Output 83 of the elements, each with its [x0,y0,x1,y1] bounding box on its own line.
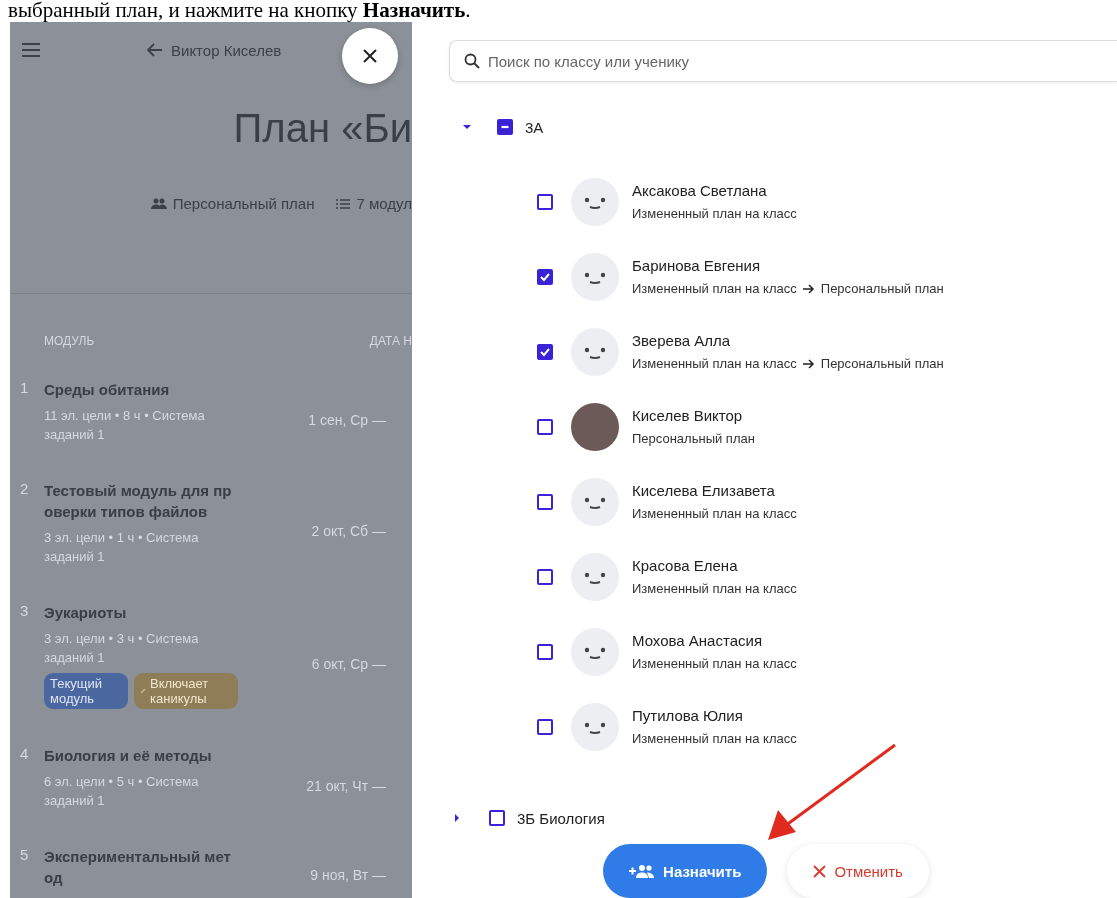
photo-placeholder [571,402,619,451]
checkbox[interactable] [537,268,553,285]
module-badge: Включает каникулы [134,673,238,709]
plan-label: Измененный план на класс [632,506,797,521]
meta-label: 7 модул [356,195,412,212]
avatar-icon [571,252,619,301]
module-date: 6 окт, Ср — [311,655,386,672]
back-link[interactable]: Виктор Киселев [147,41,282,59]
plan-label: Измененный план на класс [632,731,797,746]
arrow-right-icon [802,358,815,369]
student-name: Зверева Алла [632,332,732,349]
checkbox[interactable] [537,193,553,210]
module-details: 3 эл. цели • 3 ч • Система заданий 1 [44,630,200,667]
module-title: Биология и её методы [44,746,213,766]
holiday-mark-icon [140,688,146,694]
avatar-icon [571,627,619,676]
module-date: 9 ноя, Вт — [310,867,386,883]
module-title: Среды обитания [44,380,171,400]
checkbox[interactable] [497,119,513,135]
back-arrow-icon [147,43,163,57]
column-header: ДАТА Н [369,334,412,348]
search-input[interactable]: Поиск по классу или ученику [488,46,1117,76]
add-group-icon [629,864,656,878]
row-number: 3 [20,602,30,619]
row-number: 1 [20,379,30,396]
module-badge: Текущий модуль [44,673,128,709]
avatar-icon [571,327,619,376]
plan-title: План «Би [233,106,412,150]
module-title: Экспериментальный метод [44,847,232,888]
avatar-icon [571,477,619,526]
module-title: Тестовый модуль для проверки типов файлов [44,481,233,522]
module-title: Эукариоты [44,603,128,623]
avatar-icon [571,702,619,751]
module-date: 2 окт, Сб — [311,523,386,539]
student-name: Баринова Евгения [632,257,762,274]
student-name: Путилова Юлия [632,707,744,724]
checkbox[interactable] [537,343,553,360]
plan-label: Измененный план на класс [632,656,797,671]
student-name: Красова Елена [632,557,739,574]
assign-button[interactable]: Назначить [603,844,768,898]
search-field[interactable]: Поиск по классу или ученику [449,40,1117,82]
checkbox[interactable] [537,568,553,585]
checkbox[interactable] [537,643,553,660]
instruction-text: выбранный план, и нажмите на кнопку Назначить. [8,0,471,22]
close-icon [363,49,377,63]
class-name: 3А [525,118,544,136]
caret-down-icon[interactable] [462,122,472,132]
arrow-right-icon [802,283,815,294]
caret-right-icon[interactable] [452,813,462,823]
plan-label: Измененный план на класс [632,581,797,596]
checkbox[interactable] [489,810,505,826]
plan-label: Персональный план [820,281,944,296]
checkbox[interactable] [537,718,553,735]
search-icon [464,53,480,69]
module-date: 1 сен, Ср — [308,411,386,428]
avatar-icon [571,177,619,226]
plan-label: Измененный план на класс [632,206,797,221]
module-details: 11 эл. цели • 8 ч • Система заданий 1 [44,407,206,444]
avatar-icon [571,552,619,601]
meta-label: Персональный план [172,195,315,212]
people-icon [150,198,167,209]
student-name: Мохова Анастасия [632,632,763,649]
row-number: 2 [20,480,30,497]
module-date: 21 окт, Чт — [306,777,386,794]
list-icon [336,198,351,209]
column-header: МОДУЛЬ [44,334,95,348]
class-name: 3Б Биология [517,809,605,827]
menu-icon[interactable] [22,43,40,57]
checkbox[interactable] [537,493,553,510]
plan-label: Персональный план [820,356,944,371]
row-number: 5 [20,846,30,863]
module-details: 3 эл. цели • 1 ч • Система заданий 1 [44,529,200,566]
plan-label: Измененный план на класс [632,356,797,371]
student-name: Киселев Виктор [632,407,744,424]
plan-label: Персональный план [632,431,755,446]
student-name: Аксакова Светлана [632,182,768,199]
close-icon [813,864,827,878]
cancel-button[interactable]: Отменить [787,844,929,898]
row-number: 4 [20,745,30,762]
module-details: 6 эл. цели • 5 ч • Система заданий 1 [44,773,200,810]
plan-label: Измененный план на класс [632,281,797,296]
checkbox[interactable] [537,418,553,435]
student-name: Киселева Елизавета [632,482,776,499]
